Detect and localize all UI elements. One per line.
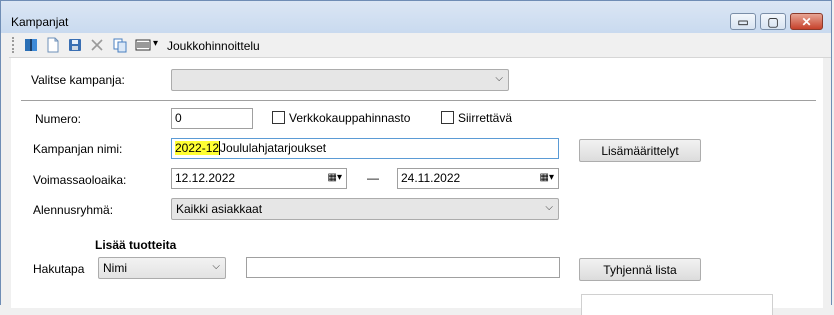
delete-icon[interactable] [89,37,105,53]
new-document-icon[interactable] [45,37,61,53]
search-method-dropdown[interactable]: Nimi ⌵ [98,257,226,279]
search-method-value: Nimi [103,261,127,275]
discount-group-dropdown[interactable]: Kaikki asiakkaat ⌵ [171,198,559,220]
end-date-value: 24.11.2022 [401,171,461,185]
start-date-field[interactable]: 12.12.2022 ▦▾ [171,168,347,189]
campaign-name-field[interactable]: 2022-12Joululahjatarjoukset [171,138,559,159]
close-icon: ✕ [801,14,812,29]
chevron-down-icon: ⌵ [545,202,553,213]
calendar-dropdown-icon[interactable]: ▦▾ [540,172,554,183]
open-book-icon[interactable] [23,37,39,53]
number-field[interactable]: 0 [171,108,253,129]
start-date-value: 12.12.2022 [175,171,236,185]
webshop-price-label: Verkkokauppahinnasto [289,111,411,125]
product-search-input[interactable] [246,257,560,278]
add-products-heading: Lisää tuotteita [95,238,177,252]
toolbar-grip[interactable] [12,37,16,53]
barcode-icon[interactable] [135,37,153,53]
title-bar[interactable]: Kampanjat ▭ ▢ ✕ [1,1,831,33]
date-range-separator: — [367,171,379,185]
select-campaign-dropdown[interactable]: ⌵ [171,69,509,91]
close-button[interactable]: ✕ [790,13,823,30]
campaign-form: Valitse kampanja: ⌵ Numero: 0 Verkkokaup… [11,58,823,315]
transferable-label: Siirrettävä [458,111,513,125]
chevron-down-icon: ⌵ [212,261,220,272]
clear-list-button[interactable]: Tyhjennä lista [579,258,701,281]
barcode-dropdown-icon[interactable]: ▾ [153,38,158,49]
extra-definitions-button[interactable]: Lisämäärittelyt [579,139,701,162]
minimize-icon: ▭ [737,14,749,29]
toolbar: ▾ Joukkohinnoittelu [9,33,831,58]
campaign-name-highlight: 2022-12 [175,141,220,155]
save-icon[interactable] [67,37,83,53]
chevron-down-icon: ⌵ [495,73,503,84]
section-divider [21,100,816,101]
campaign-name-label: Kampanjan nimi: [33,142,123,156]
validity-label: Voimassaoloaika: [33,173,127,187]
campaigns-window: Kampanjat ▭ ▢ ✕ ▾ Joukkohinnoittelu Vali… [0,0,832,315]
minimize-button[interactable]: ▭ [730,13,756,30]
copy-icon[interactable] [112,37,128,53]
maximize-icon: ▢ [767,14,779,29]
select-campaign-label: Valitse kampanja: [31,73,125,87]
search-method-label: Hakutapa [33,262,85,276]
webshop-price-checkbox[interactable] [272,111,285,124]
number-label: Numero: [35,112,82,126]
campaign-name-rest: Joululahjatarjoukset [219,141,327,155]
calendar-dropdown-icon[interactable]: ▦▾ [328,172,342,183]
maximize-button[interactable]: ▢ [760,13,786,30]
transferable-checkbox[interactable] [441,111,454,124]
group-pricing-button[interactable]: Joukkohinnoittelu [167,39,260,53]
window-title: Kampanjat [11,15,69,29]
end-date-field[interactable]: 24.11.2022 ▦▾ [397,168,559,189]
discount-group-value: Kaikki asiakkaat [176,202,263,216]
discount-group-label: Alennusryhmä: [33,203,114,217]
